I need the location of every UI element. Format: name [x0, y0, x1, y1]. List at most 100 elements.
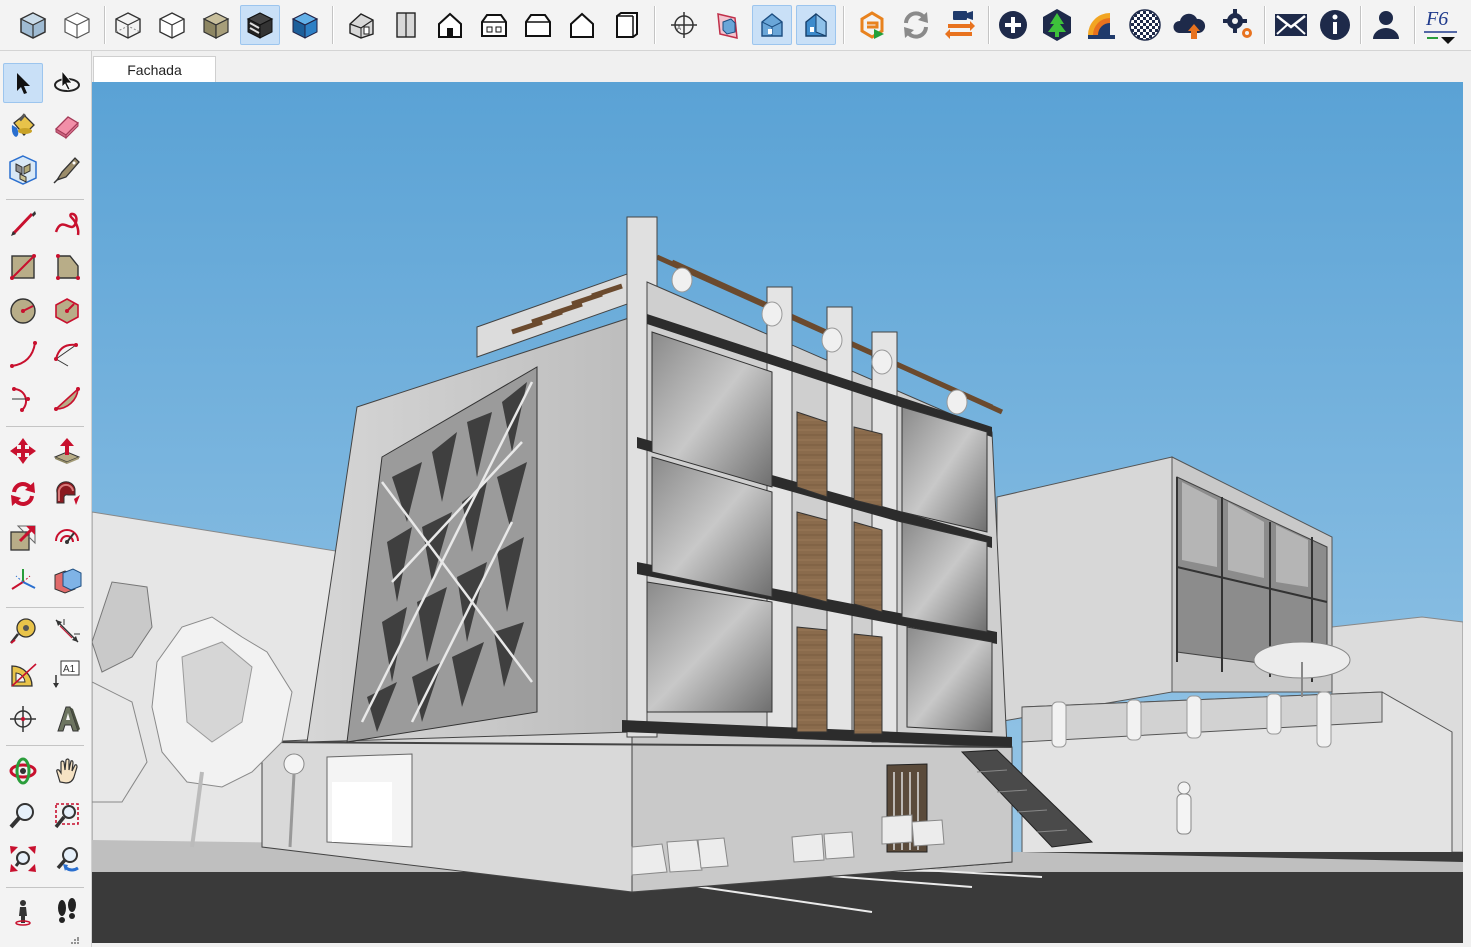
rotate-button[interactable] [3, 474, 43, 514]
toolbar-resize-grip[interactable] [70, 937, 80, 945]
section-fill-button[interactable] [796, 5, 836, 45]
pan-hand-button[interactable] [47, 751, 87, 791]
add-location-button[interactable] [993, 5, 1033, 45]
three-point-arc-button[interactable] [3, 378, 43, 418]
top-view-button[interactable] [386, 5, 426, 45]
shaded-textures-icon [246, 12, 274, 39]
bottom-view-button[interactable] [606, 5, 646, 45]
extension-warehouse-button[interactable] [852, 5, 892, 45]
paint-bucket-button[interactable] [3, 106, 43, 146]
right-view-button[interactable] [474, 5, 514, 45]
offset-button[interactable] [47, 518, 87, 558]
rainbow-chart-button[interactable] [1081, 5, 1121, 45]
refresh-button[interactable] [896, 5, 936, 45]
orbit-select-button[interactable] [47, 63, 87, 103]
pie-button[interactable] [47, 378, 87, 418]
push-pull-button[interactable] [47, 431, 87, 471]
top-view-icon [396, 12, 416, 38]
rotated-rectangle-icon [56, 254, 80, 280]
monochrome-button[interactable] [285, 5, 325, 45]
upload-cloud-button[interactable] [1169, 5, 1209, 45]
checker-sphere-button[interactable] [1125, 5, 1165, 45]
left-view-button[interactable] [562, 5, 602, 45]
orbit-button[interactable] [3, 751, 43, 791]
text-label-button[interactable]: A1 [47, 655, 87, 695]
eraser-icon [54, 116, 80, 140]
dimension-icon [55, 619, 80, 643]
three-d-text-button[interactable] [47, 699, 87, 739]
model-viewport[interactable] [92, 82, 1463, 943]
axes-button[interactable] [3, 561, 43, 601]
display-section-cuts-button[interactable] [752, 5, 792, 45]
section-plane-button[interactable]: A [664, 5, 704, 45]
info-button[interactable] [1315, 5, 1355, 45]
settings-gears-button[interactable] [1219, 5, 1259, 45]
f6-plugin-button[interactable]: F6 [1420, 5, 1460, 45]
scale-button[interactable] [3, 518, 43, 558]
monochrome-icon [291, 12, 319, 39]
window-border [1463, 51, 1471, 947]
zoom-extents-icon [10, 846, 36, 872]
axes-tool-button[interactable] [3, 699, 43, 739]
zoom-window-icon [54, 803, 79, 829]
three-d-text-icon [57, 706, 80, 732]
walk-icon [58, 898, 76, 923]
user-button[interactable] [1366, 5, 1406, 45]
protractor-button[interactable] [3, 655, 43, 695]
person-figure [1176, 781, 1192, 835]
previous-view-button[interactable] [47, 839, 87, 879]
circle-button[interactable] [3, 291, 43, 331]
offset-icon [55, 529, 79, 544]
camera-transfer-button[interactable] [940, 5, 980, 45]
zoom-window-button[interactable] [47, 795, 87, 835]
svg-text:A: A [677, 26, 681, 32]
polygon-button[interactable] [47, 291, 87, 331]
arc-button[interactable] [3, 334, 43, 374]
add-location-icon [999, 11, 1027, 39]
iso-view-button[interactable] [13, 5, 53, 45]
shaded-button[interactable] [196, 5, 236, 45]
xray-button[interactable] [108, 5, 148, 45]
hidden-line-button[interactable] [152, 5, 192, 45]
shaded-textures-button[interactable] [240, 5, 280, 45]
walk-button[interactable] [47, 891, 87, 931]
rectangle-button[interactable] [3, 247, 43, 287]
freehand-button[interactable] [47, 203, 87, 243]
display-section-cuts-icon [761, 13, 783, 37]
select-tool-button[interactable] [3, 63, 43, 103]
solid-tools-button[interactable] [47, 561, 87, 601]
move-button[interactable] [3, 431, 43, 471]
tag-tool-button[interactable] [47, 150, 87, 190]
pencil-line-button[interactable] [3, 203, 43, 243]
checker-sphere-icon [1129, 9, 1161, 41]
xray-cube-icon [115, 12, 141, 39]
pie-icon [53, 387, 80, 411]
back-view-button[interactable] [518, 5, 558, 45]
iso-house-button[interactable] [342, 5, 382, 45]
tape-measure-icon [10, 618, 36, 644]
tree-button[interactable] [1037, 5, 1077, 45]
dimension-button[interactable] [47, 611, 87, 651]
solid-tools-icon [54, 568, 82, 594]
orbit-icon [9, 757, 37, 785]
two-point-arc-button[interactable] [47, 334, 87, 374]
eraser-button[interactable] [47, 106, 87, 146]
zoom-button[interactable] [3, 795, 43, 835]
follow-me-button[interactable] [47, 474, 87, 514]
scale-icon [10, 525, 36, 551]
arc-icon [10, 341, 37, 368]
zoom-extents-button[interactable] [3, 839, 43, 879]
component-button[interactable] [3, 150, 43, 190]
tape-measure-button[interactable] [3, 611, 43, 651]
front-view-button[interactable] [430, 5, 470, 45]
email-button[interactable] [1271, 5, 1311, 45]
position-camera-button[interactable] [3, 891, 43, 931]
wireframe-button[interactable] [57, 5, 97, 45]
display-section-planes-button[interactable] [708, 5, 748, 45]
display-section-planes-icon [717, 13, 738, 39]
scene-tab-fachada[interactable]: Fachada [93, 56, 216, 82]
protractor-icon [11, 663, 37, 687]
left-toolbar: A1 [0, 51, 92, 947]
rotated-rectangle-button[interactable] [47, 247, 87, 287]
top-toolbar: A F6 [0, 0, 1471, 51]
